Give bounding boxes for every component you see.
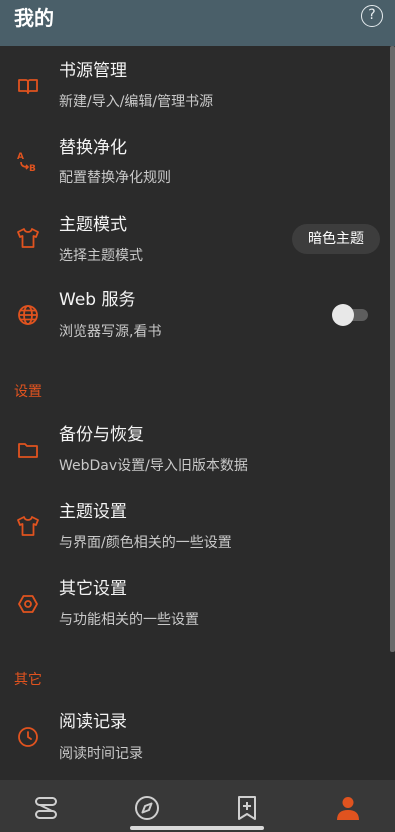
compass-icon[interactable] <box>133 794 161 822</box>
bottom-navigation <box>0 780 395 832</box>
menu-item-subtitle: 阅读时间记录 <box>59 746 143 762</box>
menu-item-subtitle: 浏览器写源,看书 <box>59 324 162 340</box>
svg-text:A: A <box>17 152 24 162</box>
scrollbar[interactable] <box>390 46 395 652</box>
menu-item-title: 阅读记录 <box>59 712 127 732</box>
hexagon-settings-icon <box>16 592 40 616</box>
menu-item-title: 主题设置 <box>59 502 127 522</box>
menu-item-book-source[interactable]: 书源管理 新建/导入/编辑/管理书源 <box>0 56 383 132</box>
menu-item-other-settings[interactable]: 其它设置 与功能相关的一些设置 <box>0 574 383 650</box>
menu-item-subtitle: 与功能相关的一些设置 <box>59 612 199 628</box>
replace-ab-icon: A B <box>16 149 40 173</box>
bookshelf-icon[interactable] <box>32 794 60 822</box>
menu-item-title: 主题模式 <box>59 215 127 235</box>
menu-item-subtitle: 新建/导入/编辑/管理书源 <box>59 94 214 110</box>
menu-item-subtitle: 配置替换净化规则 <box>59 170 171 186</box>
theme-mode-value-chip[interactable]: 暗色主题 <box>292 224 380 254</box>
person-icon[interactable] <box>334 794 362 822</box>
menu-item-title: 其它设置 <box>59 579 127 599</box>
shirt-icon <box>16 226 40 250</box>
section-header-other: 其它 <box>14 672 42 688</box>
app-header: 我的 ? <box>0 0 395 46</box>
menu-item-backup[interactable]: 备份与恢复 WebDav设置/导入旧版本数据 <box>0 420 383 496</box>
menu-item-subtitle: 选择主题模式 <box>59 248 143 264</box>
book-icon <box>16 74 40 98</box>
menu-item-theme-settings[interactable]: 主题设置 与界面/颜色相关的一些设置 <box>0 497 383 573</box>
web-service-toggle[interactable] <box>332 304 368 326</box>
toggle-knob <box>332 304 354 326</box>
svg-text:B: B <box>29 164 36 173</box>
globe-icon <box>16 303 40 327</box>
menu-item-title: 备份与恢复 <box>59 425 144 445</box>
section-header-settings: 设置 <box>14 384 42 400</box>
menu-item-subtitle: WebDav设置/导入旧版本数据 <box>59 458 248 474</box>
home-indicator <box>130 826 264 830</box>
clock-icon <box>16 725 40 749</box>
folder-icon <box>16 438 40 462</box>
menu-item-title: 书源管理 <box>59 61 127 81</box>
shirt-icon <box>16 514 40 538</box>
menu-item-title: 替换净化 <box>59 138 127 158</box>
bookmark-add-icon[interactable] <box>233 794 261 822</box>
menu-item-read-record[interactable]: 阅读记录 阅读时间记录 <box>0 708 383 784</box>
menu-item-web-service[interactable]: Web 服务 浏览器写源,看书 <box>0 286 383 362</box>
page-title: 我的 <box>14 6 54 30</box>
menu-item-title: Web 服务 <box>59 290 136 310</box>
help-circle-icon[interactable]: ? <box>361 5 383 27</box>
menu-item-replace-purify[interactable]: A B 替换净化 配置替换净化规则 <box>0 134 383 210</box>
menu-item-subtitle: 与界面/颜色相关的一些设置 <box>59 535 232 551</box>
